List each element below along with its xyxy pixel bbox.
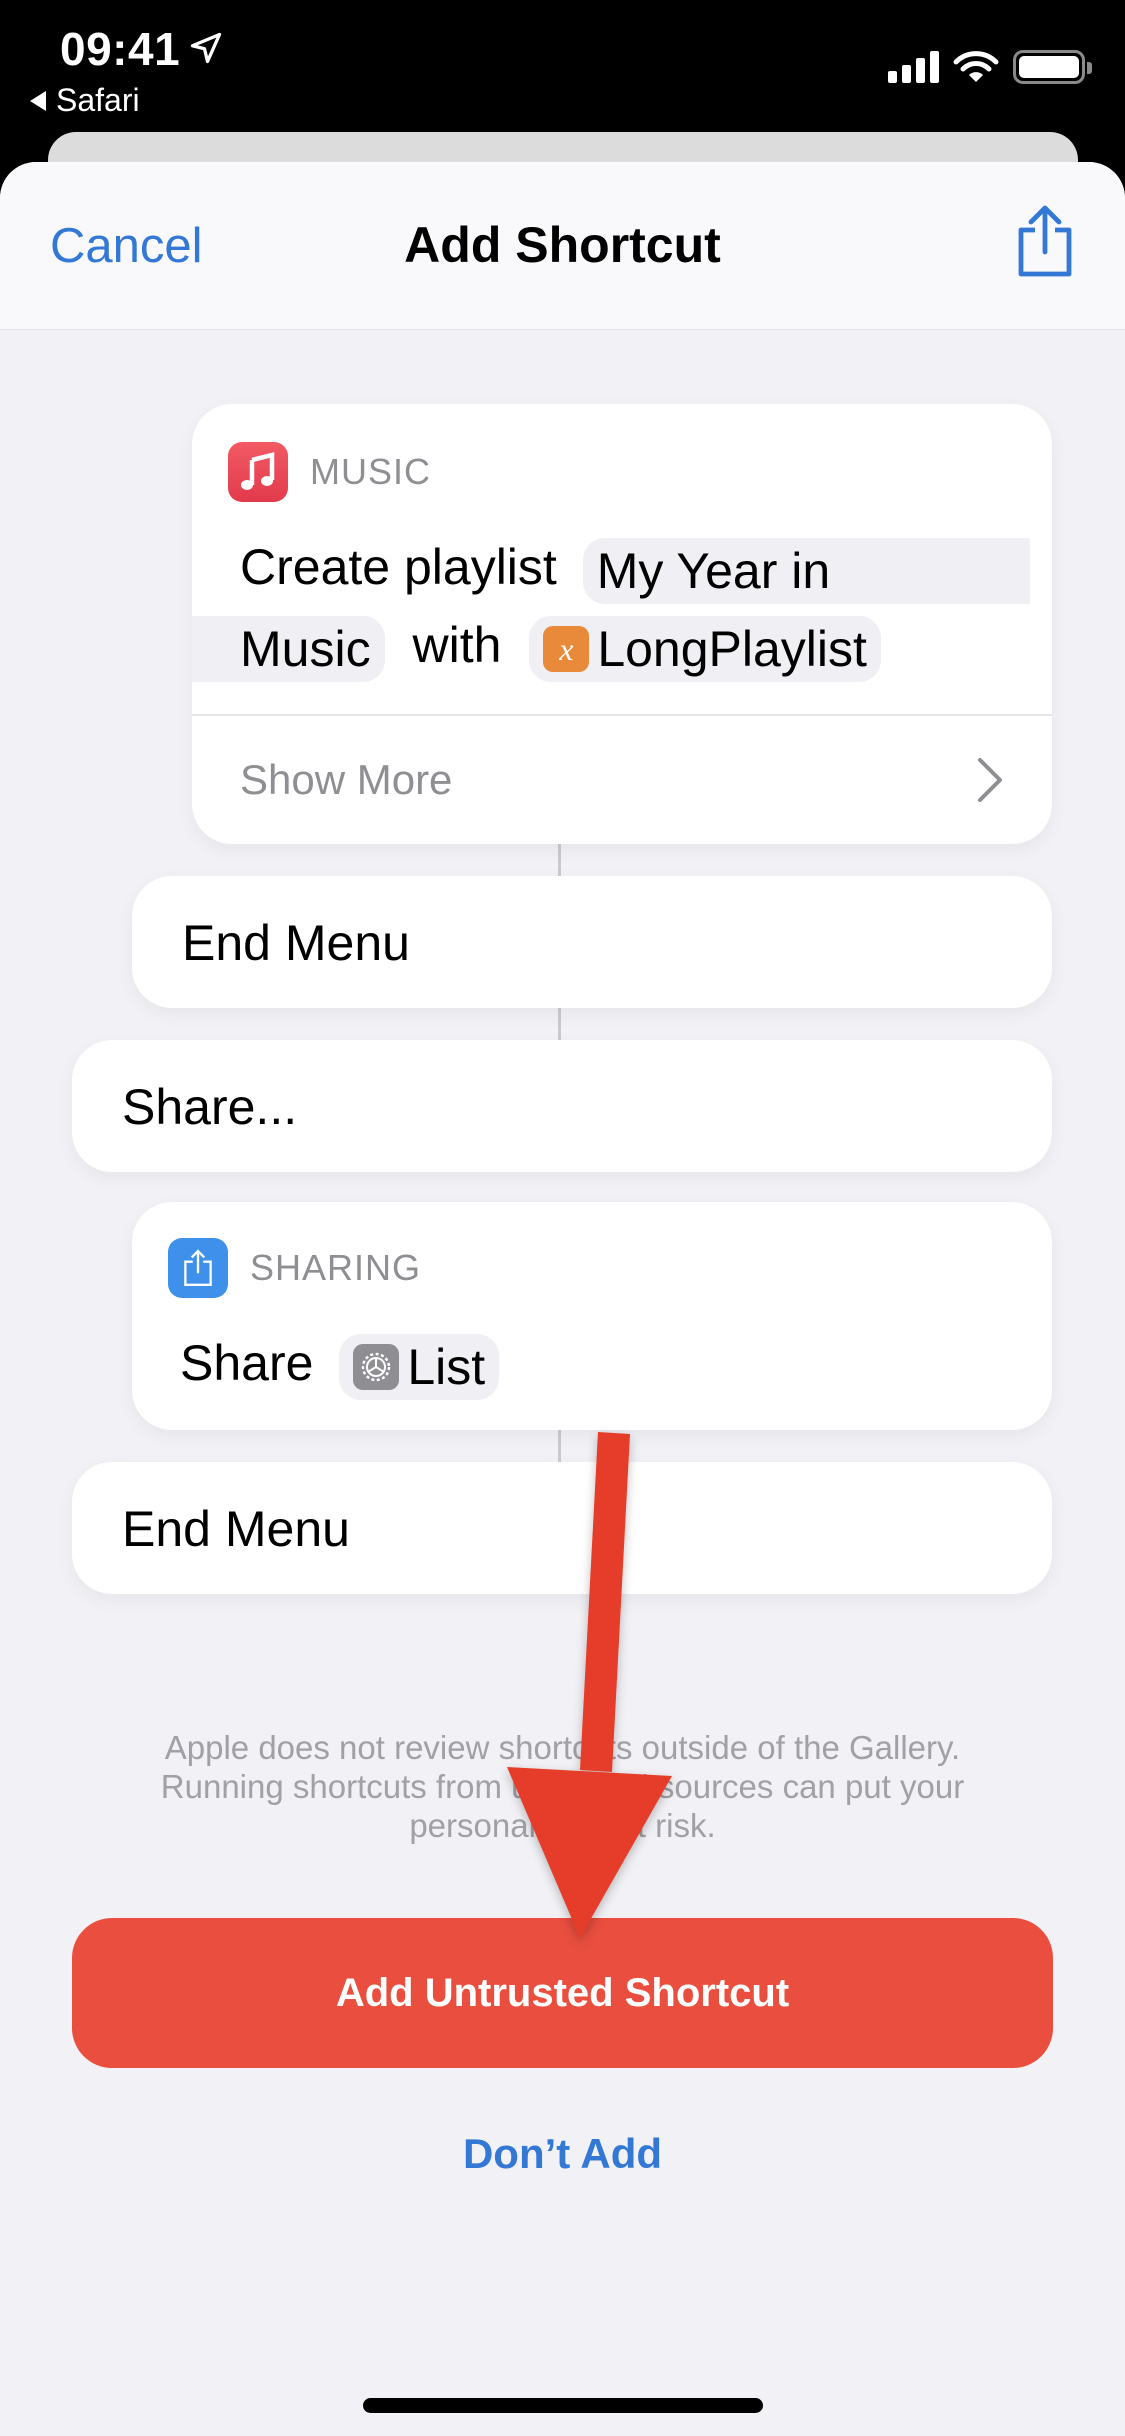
wifi-icon [953,51,999,82]
action-label: End Menu [182,915,410,971]
flow-connector [558,1430,561,1464]
music-note-icon [228,442,288,502]
action-card-end-menu[interactable]: End Menu [132,876,1052,1008]
card-header: MUSIC [228,442,431,502]
cellular-signal-icon [888,51,939,83]
status-icons [888,50,1092,84]
show-more-row[interactable]: Show More [240,716,1004,844]
gear-icon [353,1343,400,1390]
action-connector-word: with [412,617,502,673]
add-untrusted-shortcut-button[interactable]: Add Untrusted Shortcut [72,1918,1053,2068]
dont-add-button[interactable]: Don’t Add [0,2130,1125,2178]
menu-item-share[interactable]: Share... [72,1040,1052,1172]
action-card-create-playlist[interactable]: MUSIC Create playlist My Year in Music w… [192,404,1052,844]
home-indicator [363,2398,763,2413]
battery-icon [1013,50,1092,84]
navigation-bar: Cancel Add Shortcut [0,162,1125,330]
flow-connector [558,844,561,878]
untrusted-warning-text: Apple does not review shortcuts outside … [160,1729,965,1844]
share-icon[interactable] [1015,204,1075,280]
status-time: 09:41 [60,23,181,75]
cancel-button[interactable]: Cancel [50,218,203,274]
add-shortcut-sheet: Cancel Add Shortcut MUSIC Create playlis… [0,162,1125,2436]
list-token[interactable]: List [339,1333,500,1400]
action-parameters: Create playlist My Year in Music with x … [192,528,1052,684]
action-label: End Menu [122,1501,350,1557]
back-app-label: Safari [56,82,140,118]
back-triangle-icon [30,90,46,111]
playlist-name-token-cont[interactable]: Music [192,615,385,682]
menu-item-label: Share... [122,1079,298,1135]
app-category-label: SHARING [250,1247,422,1288]
action-parameters: Share List [180,1324,500,1402]
action-card-end-menu[interactable]: End Menu [72,1462,1052,1594]
location-arrow-icon [190,32,222,64]
chevron-right-icon [978,758,1002,802]
action-card-share[interactable]: SHARING Share List [132,1202,1052,1430]
share-icon [168,1238,228,1298]
action-verb: Create playlist [240,539,557,595]
playlist-name-token[interactable]: My Year in [582,537,1031,604]
back-to-safari-button[interactable]: Safari [30,82,140,119]
status-bar: 09:41 Safari [0,0,1125,140]
variable-token-longplaylist[interactable]: x LongPlaylist [529,615,881,682]
flow-connector [558,1008,561,1042]
show-more-label: Show More [240,756,453,803]
app-category-label: MUSIC [310,451,431,492]
action-verb: Share [180,1335,314,1391]
card-header: SHARING [168,1238,421,1298]
variable-icon: x [543,625,590,672]
